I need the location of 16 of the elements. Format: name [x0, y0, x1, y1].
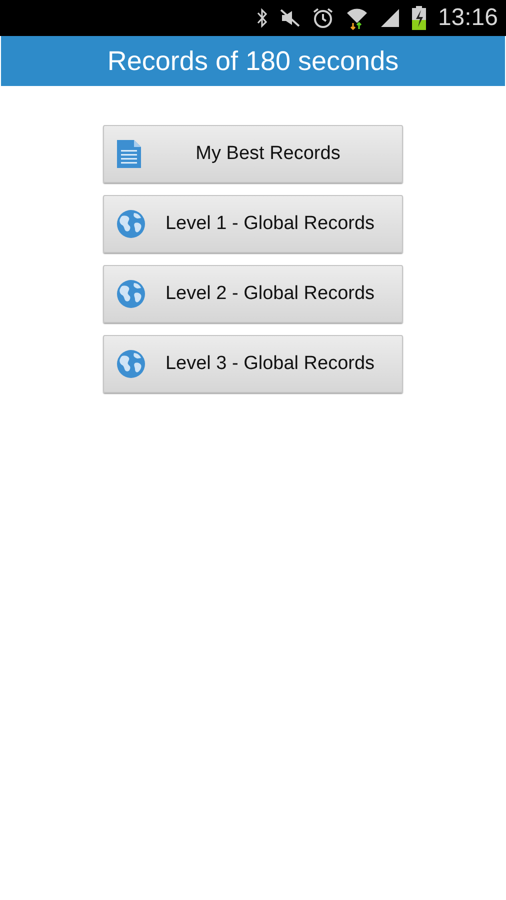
- document-icon: [116, 139, 142, 169]
- wifi-icon: [346, 6, 368, 30]
- globe-icon: [116, 209, 146, 239]
- globe-icon: [116, 279, 146, 309]
- records-button[interactable]: Level 3 - Global Records: [103, 335, 403, 393]
- bluetooth-icon: [256, 8, 268, 28]
- records-button[interactable]: Level 1 - Global Records: [103, 195, 403, 253]
- records-button[interactable]: My Best Records: [103, 125, 403, 183]
- globe-icon: [116, 349, 146, 379]
- status-time: 13:16: [438, 3, 498, 33]
- alarm-clock-icon: [312, 7, 334, 29]
- signal-icon: [380, 8, 400, 28]
- muted-speaker-icon: [280, 9, 300, 27]
- screen-title: Records of 180 seconds: [107, 44, 399, 78]
- records-button[interactable]: Level 2 - Global Records: [103, 265, 403, 323]
- battery-icon: [412, 6, 426, 30]
